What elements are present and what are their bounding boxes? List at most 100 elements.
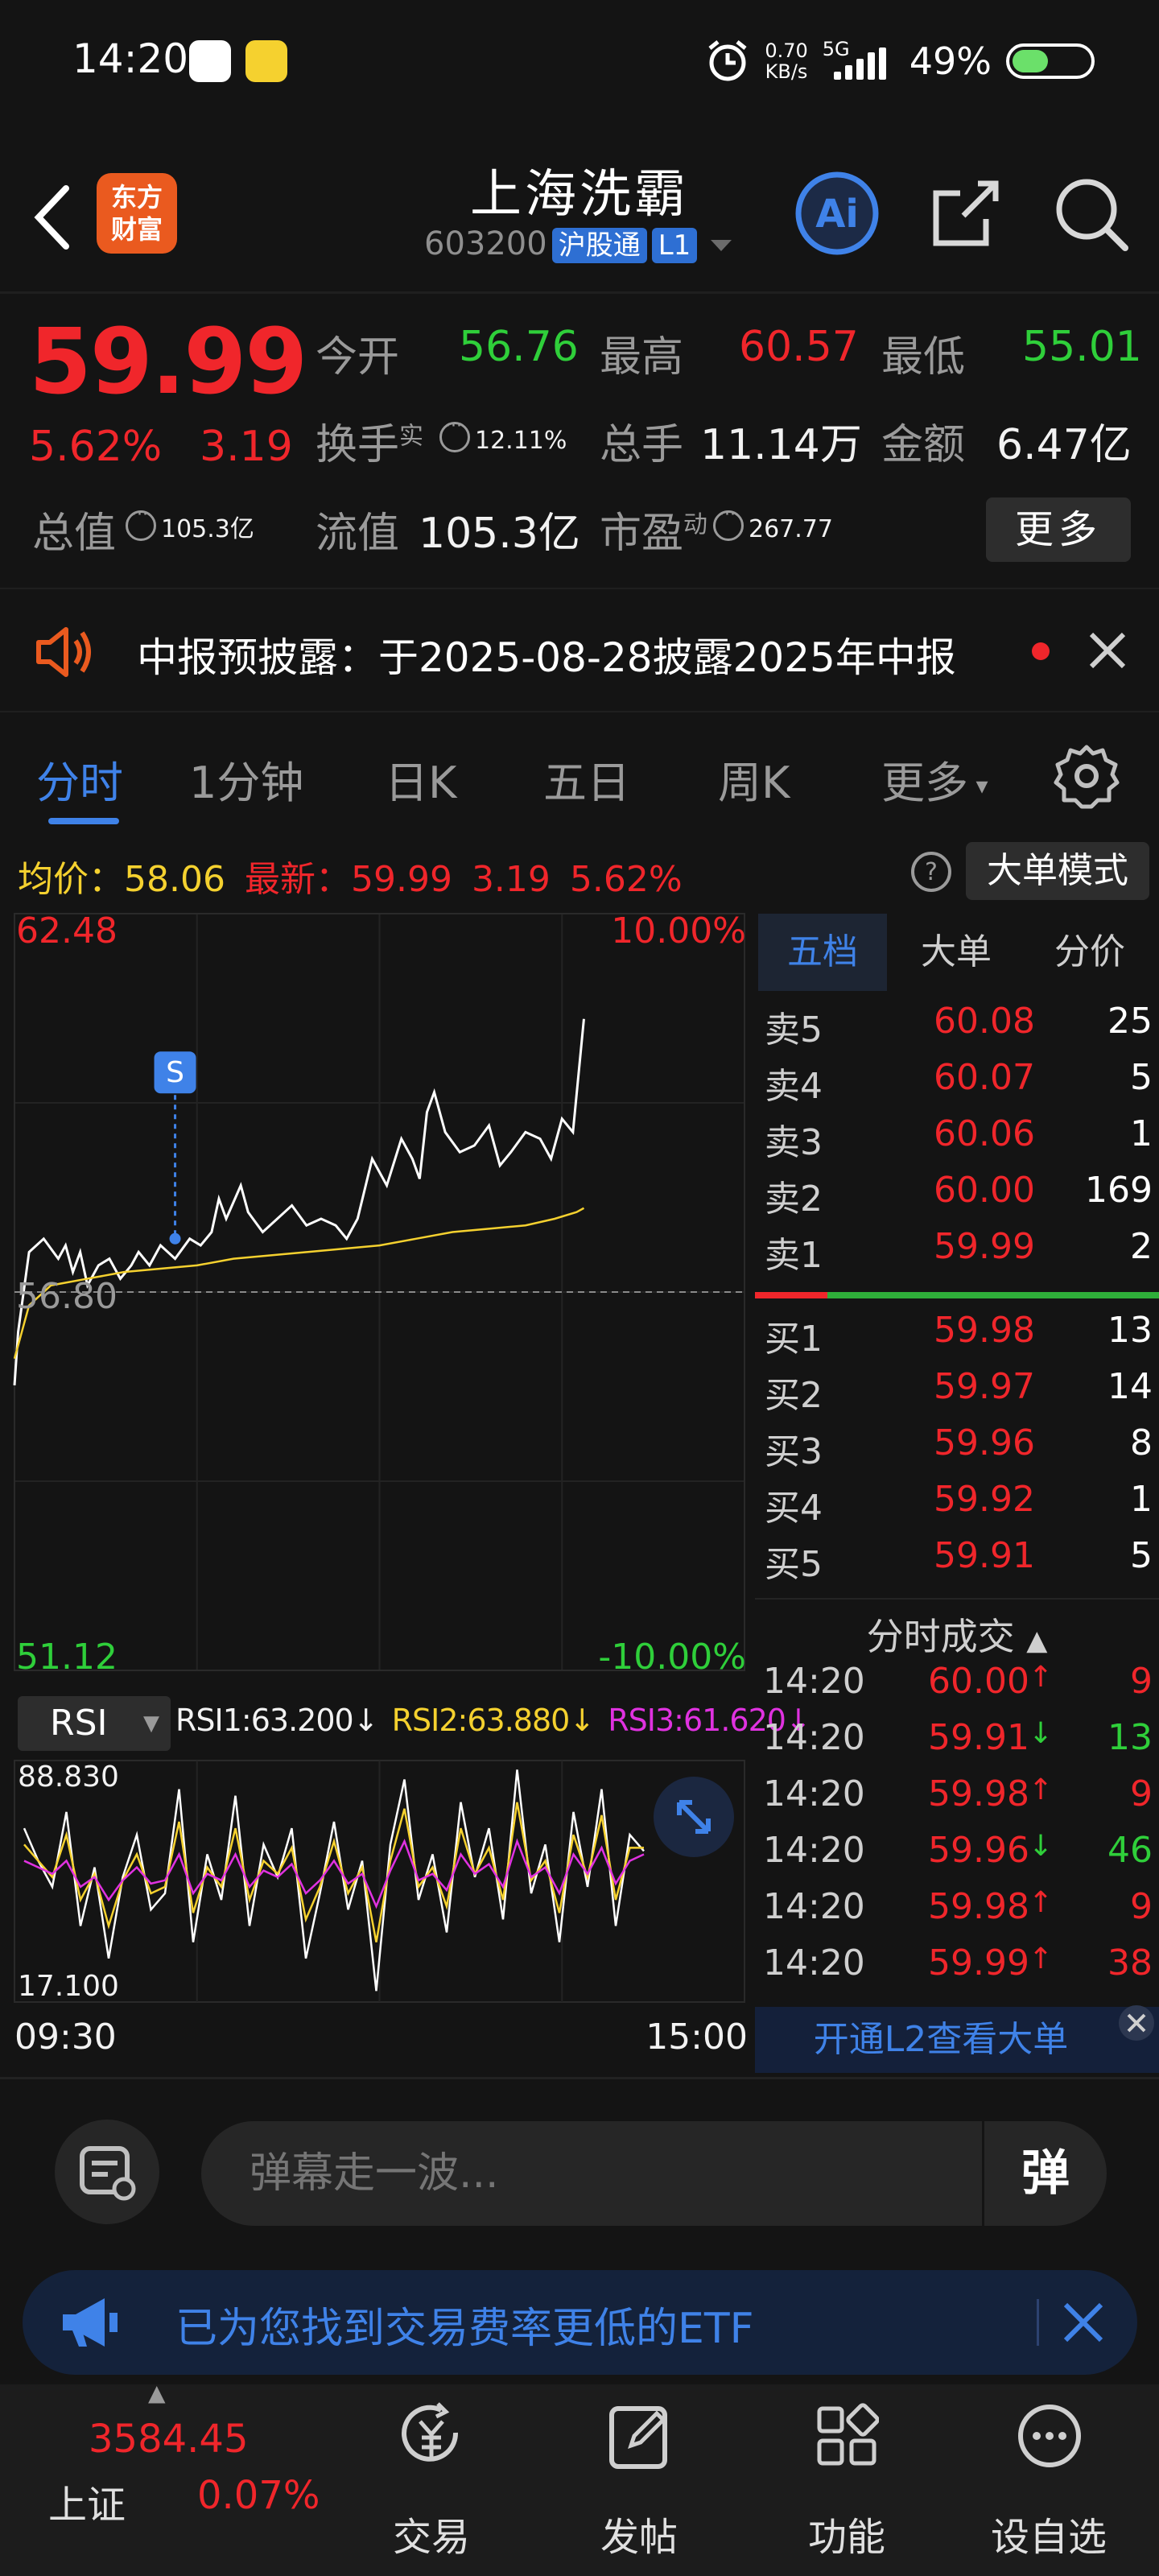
gear-icon[interactable] (1053, 742, 1120, 810)
tab-weekly-k[interactable]: 周K (718, 747, 790, 811)
book-tabs: 五档 大单 分价 (755, 914, 1159, 994)
hidden-eye-icon[interactable] (126, 505, 156, 541)
intraday-chart[interactable]: S 62.48 10.00% 56.80 51.12 -10.00% RSI ▼ … (0, 906, 811, 2077)
tick-price: 59.98 (928, 1886, 1029, 1927)
mktcap-value[interactable]: 105.3亿 (121, 499, 254, 547)
nav-index[interactable]: ▲ 3584.45 上证 0.07% (0, 2380, 320, 2576)
bid-price: 59.96 (934, 1422, 1035, 1463)
low-value: 55.01 (1022, 323, 1142, 371)
nav-trade[interactable]: 交易 (316, 2384, 547, 2576)
tick-volume: 9 (1130, 1886, 1153, 1927)
change-amount: 3.19 (200, 423, 293, 471)
comment-settings-button[interactable] (55, 2120, 159, 2224)
nav-functions-label: 功能 (807, 2515, 885, 2560)
ask-row: 卖1 59.99 2 (755, 1226, 1159, 1282)
turnover-label: 换手实 (316, 421, 424, 469)
book-tab-price-split[interactable]: 分价 (1025, 914, 1154, 991)
notice-bar[interactable]: 中报预披露：于2025-08-28披露2025年中报 (0, 588, 1159, 712)
nav-functions[interactable]: 功能 (731, 2384, 963, 2576)
tab-1min[interactable]: 1分钟 (189, 747, 303, 811)
ticks-title[interactable]: 分时成交 ▲ (755, 1598, 1159, 1661)
ask-level: 卖5 (765, 1009, 823, 1051)
share-icon[interactable] (922, 169, 1010, 258)
tick-time: 14:20 (763, 1886, 865, 1927)
tick-volume: 9 (1130, 1773, 1153, 1814)
ask-volume: 1 (1130, 1113, 1153, 1154)
amount-label: 金额 (881, 421, 966, 469)
tab-five-day[interactable]: 五日 (543, 747, 630, 811)
chart-tabs: 分时 1分钟 日K 五日 周K 更多 ▾ (0, 715, 1159, 836)
rsi-legend: RSI1:63.200↓ RSI2:63.880↓ RSI3:61.620↓ (175, 1703, 811, 1738)
y-max-label: 62.48 (16, 910, 118, 952)
book-tab-five-level[interactable]: 五档 (758, 914, 887, 991)
etf-banner[interactable]: 已为您找到交易费率更低的ETF (23, 2270, 1137, 2375)
svg-text:Ai: Ai (815, 192, 859, 237)
tab-daily-k[interactable]: 日K (385, 747, 456, 811)
close-icon[interactable] (1117, 2004, 1156, 2042)
marker-dot (169, 1232, 181, 1245)
edit-icon (609, 2406, 667, 2469)
avg-latest-readout: 均价：58.06 最新：59.99 3.19 5.62% (18, 859, 683, 900)
nav-trade-label: 交易 (392, 2515, 470, 2560)
bid-volume: 14 (1107, 1366, 1153, 1407)
status-bar: 14:20 0.70 KB/s 5G 49% (0, 0, 1159, 129)
price-line (13, 1018, 585, 1385)
close-icon[interactable] (1085, 628, 1130, 673)
intraday-info-line: 均价：58.06 最新：59.99 3.19 5.62% ? 大单模式 (0, 839, 1159, 903)
svg-text:?: ? (925, 858, 938, 886)
pe-value[interactable]: 267.77 (708, 499, 833, 547)
tick-row: 14:20 59.96 ↓ 46 (755, 1830, 1159, 1886)
tick-price: 59.96 (928, 1830, 1029, 1871)
tick-direction: ↑ (1029, 1661, 1054, 1694)
big-order-mode-button[interactable]: 大单模式 (966, 842, 1149, 900)
ask-row: 卖4 60.07 5 (755, 1057, 1159, 1113)
ask-row: 卖3 60.06 1 (755, 1113, 1159, 1170)
close-icon[interactable] (1059, 2298, 1107, 2347)
nav-add-watchlist[interactable]: 设自选 (938, 2384, 1159, 2576)
x-end-label: 15:00 (645, 2017, 748, 2058)
rsi-select[interactable]: RSI ▼ (18, 1696, 171, 1751)
hidden-eye-icon[interactable] (713, 505, 744, 541)
tick-direction: ↓ (1029, 1717, 1054, 1750)
more-quote-button[interactable]: 更多 (986, 497, 1131, 562)
ask-price: 60.07 (934, 1057, 1035, 1098)
ask-level: 卖2 (765, 1179, 823, 1220)
expand-icon[interactable] (652, 1775, 736, 1859)
search-icon[interactable] (1046, 169, 1135, 258)
tick-volume: 38 (1107, 1942, 1153, 1984)
tick-direction: ↑ (1029, 1942, 1054, 1975)
tab-more[interactable]: 更多 ▾ (881, 747, 988, 811)
tick-row: 14:20 59.98 ↑ 9 (755, 1886, 1159, 1942)
hidden-eye-icon[interactable] (439, 416, 470, 452)
grid-icon (817, 2403, 879, 2466)
comment-bar: 弹 (0, 2077, 1159, 2246)
tab-intraday[interactable]: 分时 (36, 747, 123, 811)
rsi-bottom-label: 17.100 (18, 1970, 119, 2003)
tick-row: 14:20 59.91 ↓ 13 (755, 1717, 1159, 1773)
ask-level: 卖3 (765, 1122, 823, 1163)
bid-level: 买3 (765, 1431, 823, 1472)
bid-level: 买5 (765, 1544, 823, 1585)
danmu-button[interactable]: 弹 (982, 2121, 1107, 2226)
low-label: 最低 (881, 333, 966, 382)
ask-row: 卖5 60.08 25 (755, 1001, 1159, 1057)
etf-banner-text: 已为您找到交易费率更低的ETF (175, 2305, 754, 2353)
nav-post[interactable]: 发帖 (523, 2384, 755, 2576)
dropdown-icon[interactable] (707, 233, 735, 258)
net-speed: 0.70 KB/s (765, 39, 808, 83)
rsi2-legend: RSI2:63.880↓ (391, 1703, 596, 1738)
signal-icon: 5G (823, 38, 895, 80)
ask-volume: 169 (1085, 1170, 1153, 1211)
unread-dot (1032, 642, 1050, 660)
help-icon[interactable]: ? (909, 850, 953, 894)
open-l2-button[interactable]: 开通L2查看大单 (755, 2004, 1159, 2073)
turnover-value[interactable]: 12.11% (435, 411, 567, 459)
status-time: 14:20 (72, 35, 189, 82)
danmu-input[interactable] (201, 2121, 1107, 2226)
book-tab-big-order[interactable]: 大单 (892, 914, 1021, 991)
marker-label: S (166, 1056, 184, 1089)
ai-assistant-icon[interactable]: Ai (793, 169, 881, 258)
amount-value: 6.47亿 (996, 421, 1132, 469)
tick-time: 14:20 (763, 1773, 865, 1814)
tick-direction: ↓ (1029, 1830, 1054, 1863)
